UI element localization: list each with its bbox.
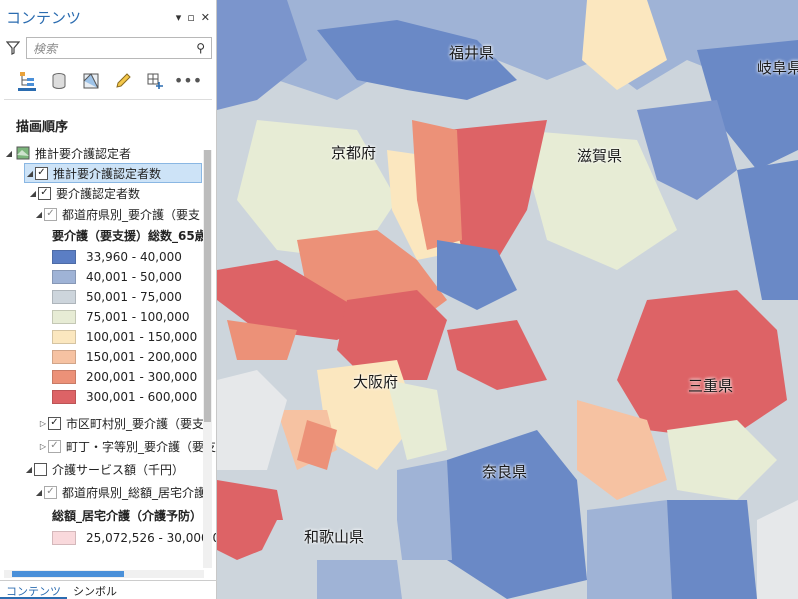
tree-item-layer4[interactable]: ◢ ✓ 都道府県別_総額_居宅介護 xyxy=(34,482,206,502)
section-title: 描画順序 xyxy=(16,120,69,135)
map-label-fukui: 福井県 xyxy=(449,44,495,62)
contents-toolbar: ••• xyxy=(4,62,212,100)
legend-swatch xyxy=(52,390,76,404)
layer3-name: 町丁・字等別_要介護（要支 xyxy=(66,439,216,454)
list-by-selection-icon[interactable] xyxy=(82,71,100,91)
map-label-kyoto: 京都府 xyxy=(331,144,377,162)
expand-caret-icon[interactable]: ▷ xyxy=(38,442,48,451)
group2-name: 介護サービス額（千円） xyxy=(52,462,185,477)
more-options-icon[interactable]: ••• xyxy=(174,71,202,91)
legend-label: 100,001 - 150,000 xyxy=(86,330,198,344)
legend-item: 100,001 - 150,000 xyxy=(52,327,197,347)
legend-item: 75,001 - 100,000 xyxy=(52,307,190,327)
pane-tabs: コンテンツ シンボル xyxy=(0,580,217,599)
legend-field-title: 要介護（要支援）総数_65歳 xyxy=(52,228,207,243)
layer-tree: ◢ 推計要介護認定者 ◢ ✓ 推計要介護認定者数 ◢ ✓ 要介護認定者数 ◢ ✓… xyxy=(0,141,216,556)
collapse-caret-icon[interactable]: ◢ xyxy=(34,210,44,219)
tree-item-layer2[interactable]: ▷ ✓ 市区町村別_要介護（要支 xyxy=(38,413,204,433)
pane-title: コンテンツ xyxy=(6,8,82,27)
layer1-name: 都道府県別_要介護（要支 xyxy=(62,207,201,222)
collapse-caret-icon[interactable]: ◢ xyxy=(25,169,35,178)
legend-swatch xyxy=(52,270,76,284)
pane-restore-icon[interactable]: ▫ xyxy=(187,11,194,24)
scroll-thumb[interactable] xyxy=(204,150,211,422)
tree-item-group2[interactable]: ◢ 介護サービス額（千円） xyxy=(24,459,184,479)
tab-contents[interactable]: コンテンツ xyxy=(0,581,67,599)
contents-pane: コンテンツ ▾ ▫ ✕ 検索 ⚲ ••• 描画順序 ◢ 推計要介護認定者 ◢ ✓… xyxy=(0,0,217,599)
legend-label: 300,001 - 600,000 xyxy=(86,390,198,404)
map-label-mie: 三重県 xyxy=(688,377,734,395)
legend-item: 40,001 - 50,000 xyxy=(52,267,182,287)
tree-item-layer3[interactable]: ▷ ✓ 町丁・字等別_要介護（要支 xyxy=(38,436,216,456)
legend-label: 200,001 - 300,000 xyxy=(86,370,198,384)
pane-options-icon[interactable]: ▾ xyxy=(176,11,182,24)
sub-group-name: 要介護認定者数 xyxy=(56,186,141,201)
layer4-name: 都道府県別_総額_居宅介護 xyxy=(62,485,207,500)
visibility-checkbox[interactable]: ✓ xyxy=(38,186,51,200)
map-label-osaka: 大阪府 xyxy=(353,373,399,391)
list-by-drawing-order-icon[interactable] xyxy=(18,71,36,91)
map-icon xyxy=(16,146,30,160)
visibility-checkbox[interactable]: ✓ xyxy=(44,485,57,499)
legend-label: 150,001 - 200,000 xyxy=(86,350,198,364)
legend-label: 25,072,526 - 30,000,000 xyxy=(86,531,216,545)
legend-label: 40,001 - 50,000 xyxy=(86,270,182,284)
legend-swatch xyxy=(52,250,76,264)
list-by-editing-icon[interactable] xyxy=(114,71,132,91)
legend-swatch xyxy=(52,290,76,304)
search-row: 検索 ⚲ xyxy=(0,34,216,62)
map-label-wakayama: 和歌山県 xyxy=(304,528,365,546)
map-view[interactable]: 福井県 岐阜県 京都府 滋賀県 大阪府 三重県 奈良県 和歌山県 xyxy=(217,0,798,599)
legend-swatch xyxy=(52,330,76,344)
legend-swatch xyxy=(52,310,76,324)
legend-swatch xyxy=(52,370,76,384)
pane-title-bar: コンテンツ ▾ ▫ ✕ xyxy=(0,0,216,34)
layer2-name: 市区町村別_要介護（要支 xyxy=(66,416,205,431)
collapse-caret-icon[interactable]: ◢ xyxy=(4,149,14,158)
collapse-caret-icon[interactable]: ◢ xyxy=(28,189,38,198)
tree-item-layer1[interactable]: ◢ ✓ 都道府県別_要介護（要支 xyxy=(34,204,200,224)
legend-swatch xyxy=(52,531,76,545)
legend-item: 300,001 - 600,000 xyxy=(52,387,197,407)
legend2-item: 25,072,526 - 30,000,000 xyxy=(52,528,216,548)
tree-item-layer-group[interactable]: ◢ ✓ 推計要介護認定者数 xyxy=(24,163,202,183)
search-icon[interactable]: ⚲ xyxy=(196,41,205,55)
tree-item-sub-group[interactable]: ◢ ✓ 要介護認定者数 xyxy=(28,183,140,203)
visibility-checkbox[interactable] xyxy=(34,462,47,476)
collapse-caret-icon[interactable]: ◢ xyxy=(24,465,34,474)
legend-item: 33,960 - 40,000 xyxy=(52,247,182,267)
legend-item: 200,001 - 300,000 xyxy=(52,367,197,387)
vertical-scrollbar[interactable] xyxy=(203,150,212,568)
tree-item-map[interactable]: ◢ 推計要介護認定者 xyxy=(4,143,131,163)
map-name: 推計要介護認定者 xyxy=(35,146,132,161)
visibility-checkbox[interactable]: ✓ xyxy=(48,439,61,453)
map-label-shiga: 滋賀県 xyxy=(577,147,623,165)
legend-item: 50,001 - 75,000 xyxy=(52,287,182,307)
hscroll-thumb[interactable] xyxy=(12,571,124,577)
legend-swatch xyxy=(52,350,76,364)
legend-label: 50,001 - 75,000 xyxy=(86,290,182,304)
list-by-data-source-icon[interactable] xyxy=(50,71,68,91)
filter-icon[interactable] xyxy=(6,41,20,55)
legend-label: 33,960 - 40,000 xyxy=(86,250,182,264)
collapse-caret-icon[interactable]: ◢ xyxy=(34,488,44,497)
legend-label: 75,001 - 100,000 xyxy=(86,310,190,324)
visibility-checkbox[interactable]: ✓ xyxy=(44,207,57,221)
map-label-gifu: 岐阜県 xyxy=(757,59,798,77)
layer-group-name: 推計要介護認定者数 xyxy=(53,166,162,181)
legend2-field-title: 総額_居宅介護（介護予防） xyxy=(52,508,203,523)
pane-close-icon[interactable]: ✕ xyxy=(201,11,210,24)
choropleth-map[interactable] xyxy=(217,0,798,599)
search-input[interactable]: 検索 ⚲ xyxy=(26,37,212,59)
search-placeholder: 検索 xyxy=(33,41,58,56)
horizontal-scrollbar[interactable] xyxy=(4,570,204,578)
expand-caret-icon[interactable]: ▷ xyxy=(38,419,48,428)
visibility-checkbox[interactable]: ✓ xyxy=(35,166,48,180)
map-label-nara: 奈良県 xyxy=(482,463,528,481)
tab-symbology[interactable]: シンボル xyxy=(67,581,123,599)
visibility-checkbox[interactable]: ✓ xyxy=(48,416,61,430)
list-by-snapping-icon[interactable] xyxy=(146,71,164,91)
legend-item: 150,001 - 200,000 xyxy=(52,347,197,367)
